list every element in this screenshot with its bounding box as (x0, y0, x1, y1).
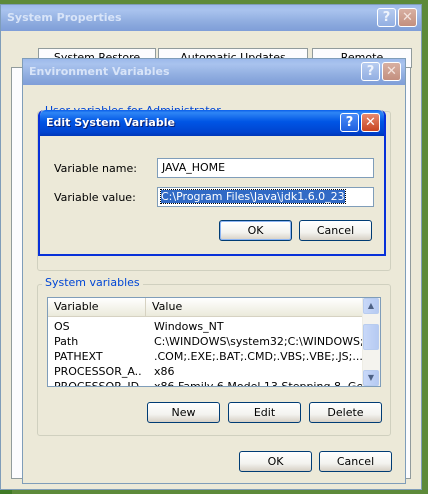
delete-button[interactable]: Delete (309, 402, 382, 423)
scroll-down-icon[interactable]: ▼ (363, 370, 379, 386)
value-cell: x86 (154, 365, 175, 378)
edit-system-variable-dialog: Edit System Variable ? ✕ Variable name: … (38, 110, 386, 256)
value-cell: C:\WINDOWS\system32;C:\WINDOWS;... (154, 335, 364, 348)
ok-button[interactable]: OK (239, 451, 312, 472)
window-title: System Properties (7, 11, 122, 24)
variable-value-label: Variable value: (54, 191, 136, 204)
variable-name-field[interactable]: JAVA_HOME (157, 158, 374, 178)
system-properties-titlebar[interactable]: System Properties (1, 5, 421, 31)
variable-cell: PROCESSOR_A... (54, 365, 142, 378)
value-cell: x86 Family 6 Model 13 Stepping 8, Genu..… (154, 380, 364, 387)
column-header-variable[interactable]: Variable (48, 298, 146, 317)
value-cell: .COM;.EXE;.BAT;.CMD;.VBS;.VBE;.JS;.... (154, 350, 364, 363)
edit-button[interactable]: Edit (228, 402, 301, 423)
ok-button[interactable]: OK (219, 220, 292, 241)
scroll-up-icon[interactable]: ▲ (363, 298, 379, 314)
variable-name-label: Variable name: (54, 162, 137, 175)
cancel-button[interactable]: Cancel (299, 220, 372, 241)
variable-cell: Path (54, 335, 79, 348)
cancel-button[interactable]: Cancel (319, 451, 392, 472)
dialog-title: Edit System Variable (46, 116, 175, 129)
variable-cell: PROCESSOR_ID... (54, 380, 142, 387)
vertical-scrollbar[interactable]: ▲ ▼ (362, 298, 380, 386)
system-variables-label: System variables (42, 276, 143, 289)
variable-name-value: JAVA_HOME (162, 161, 226, 174)
scroll-thumb[interactable] (363, 324, 379, 350)
variable-cell: PATHEXT (54, 350, 103, 363)
help-icon[interactable]: ? (340, 113, 359, 132)
table-row[interactable]: PROCESSOR_A... x86 (48, 364, 365, 379)
close-icon[interactable]: ✕ (398, 8, 417, 27)
variable-value-field[interactable]: C:\Program Files\Java\jdk1.6.0_23 (157, 187, 374, 207)
variable-cell: OS (54, 320, 70, 333)
table-row[interactable]: PATHEXT .COM;.EXE;.BAT;.CMD;.VBS;.VBE;.J… (48, 349, 365, 364)
system-variables-list[interactable]: Variable Value OS Windows_NT Path C:\WIN… (47, 297, 381, 387)
table-row[interactable]: PROCESSOR_ID... x86 Family 6 Model 13 St… (48, 379, 365, 387)
close-icon[interactable]: ✕ (382, 62, 401, 81)
variable-value-selected-text: C:\Program Files\Java\jdk1.6.0_23 (160, 189, 346, 204)
value-cell: Windows_NT (154, 320, 224, 333)
edit-system-variable-titlebar[interactable]: Edit System Variable (40, 110, 384, 136)
environment-variables-titlebar[interactable]: Environment Variables (23, 59, 405, 85)
table-row[interactable]: Path C:\WINDOWS\system32;C:\WINDOWS;... (48, 334, 365, 349)
help-icon[interactable]: ? (377, 8, 396, 27)
help-icon[interactable]: ? (361, 62, 380, 81)
window-title: Environment Variables (29, 65, 170, 78)
column-header-value[interactable]: Value (146, 298, 365, 317)
close-icon[interactable]: ✕ (361, 113, 380, 132)
new-button[interactable]: New (147, 402, 220, 423)
table-row[interactable]: OS Windows_NT (48, 319, 365, 334)
